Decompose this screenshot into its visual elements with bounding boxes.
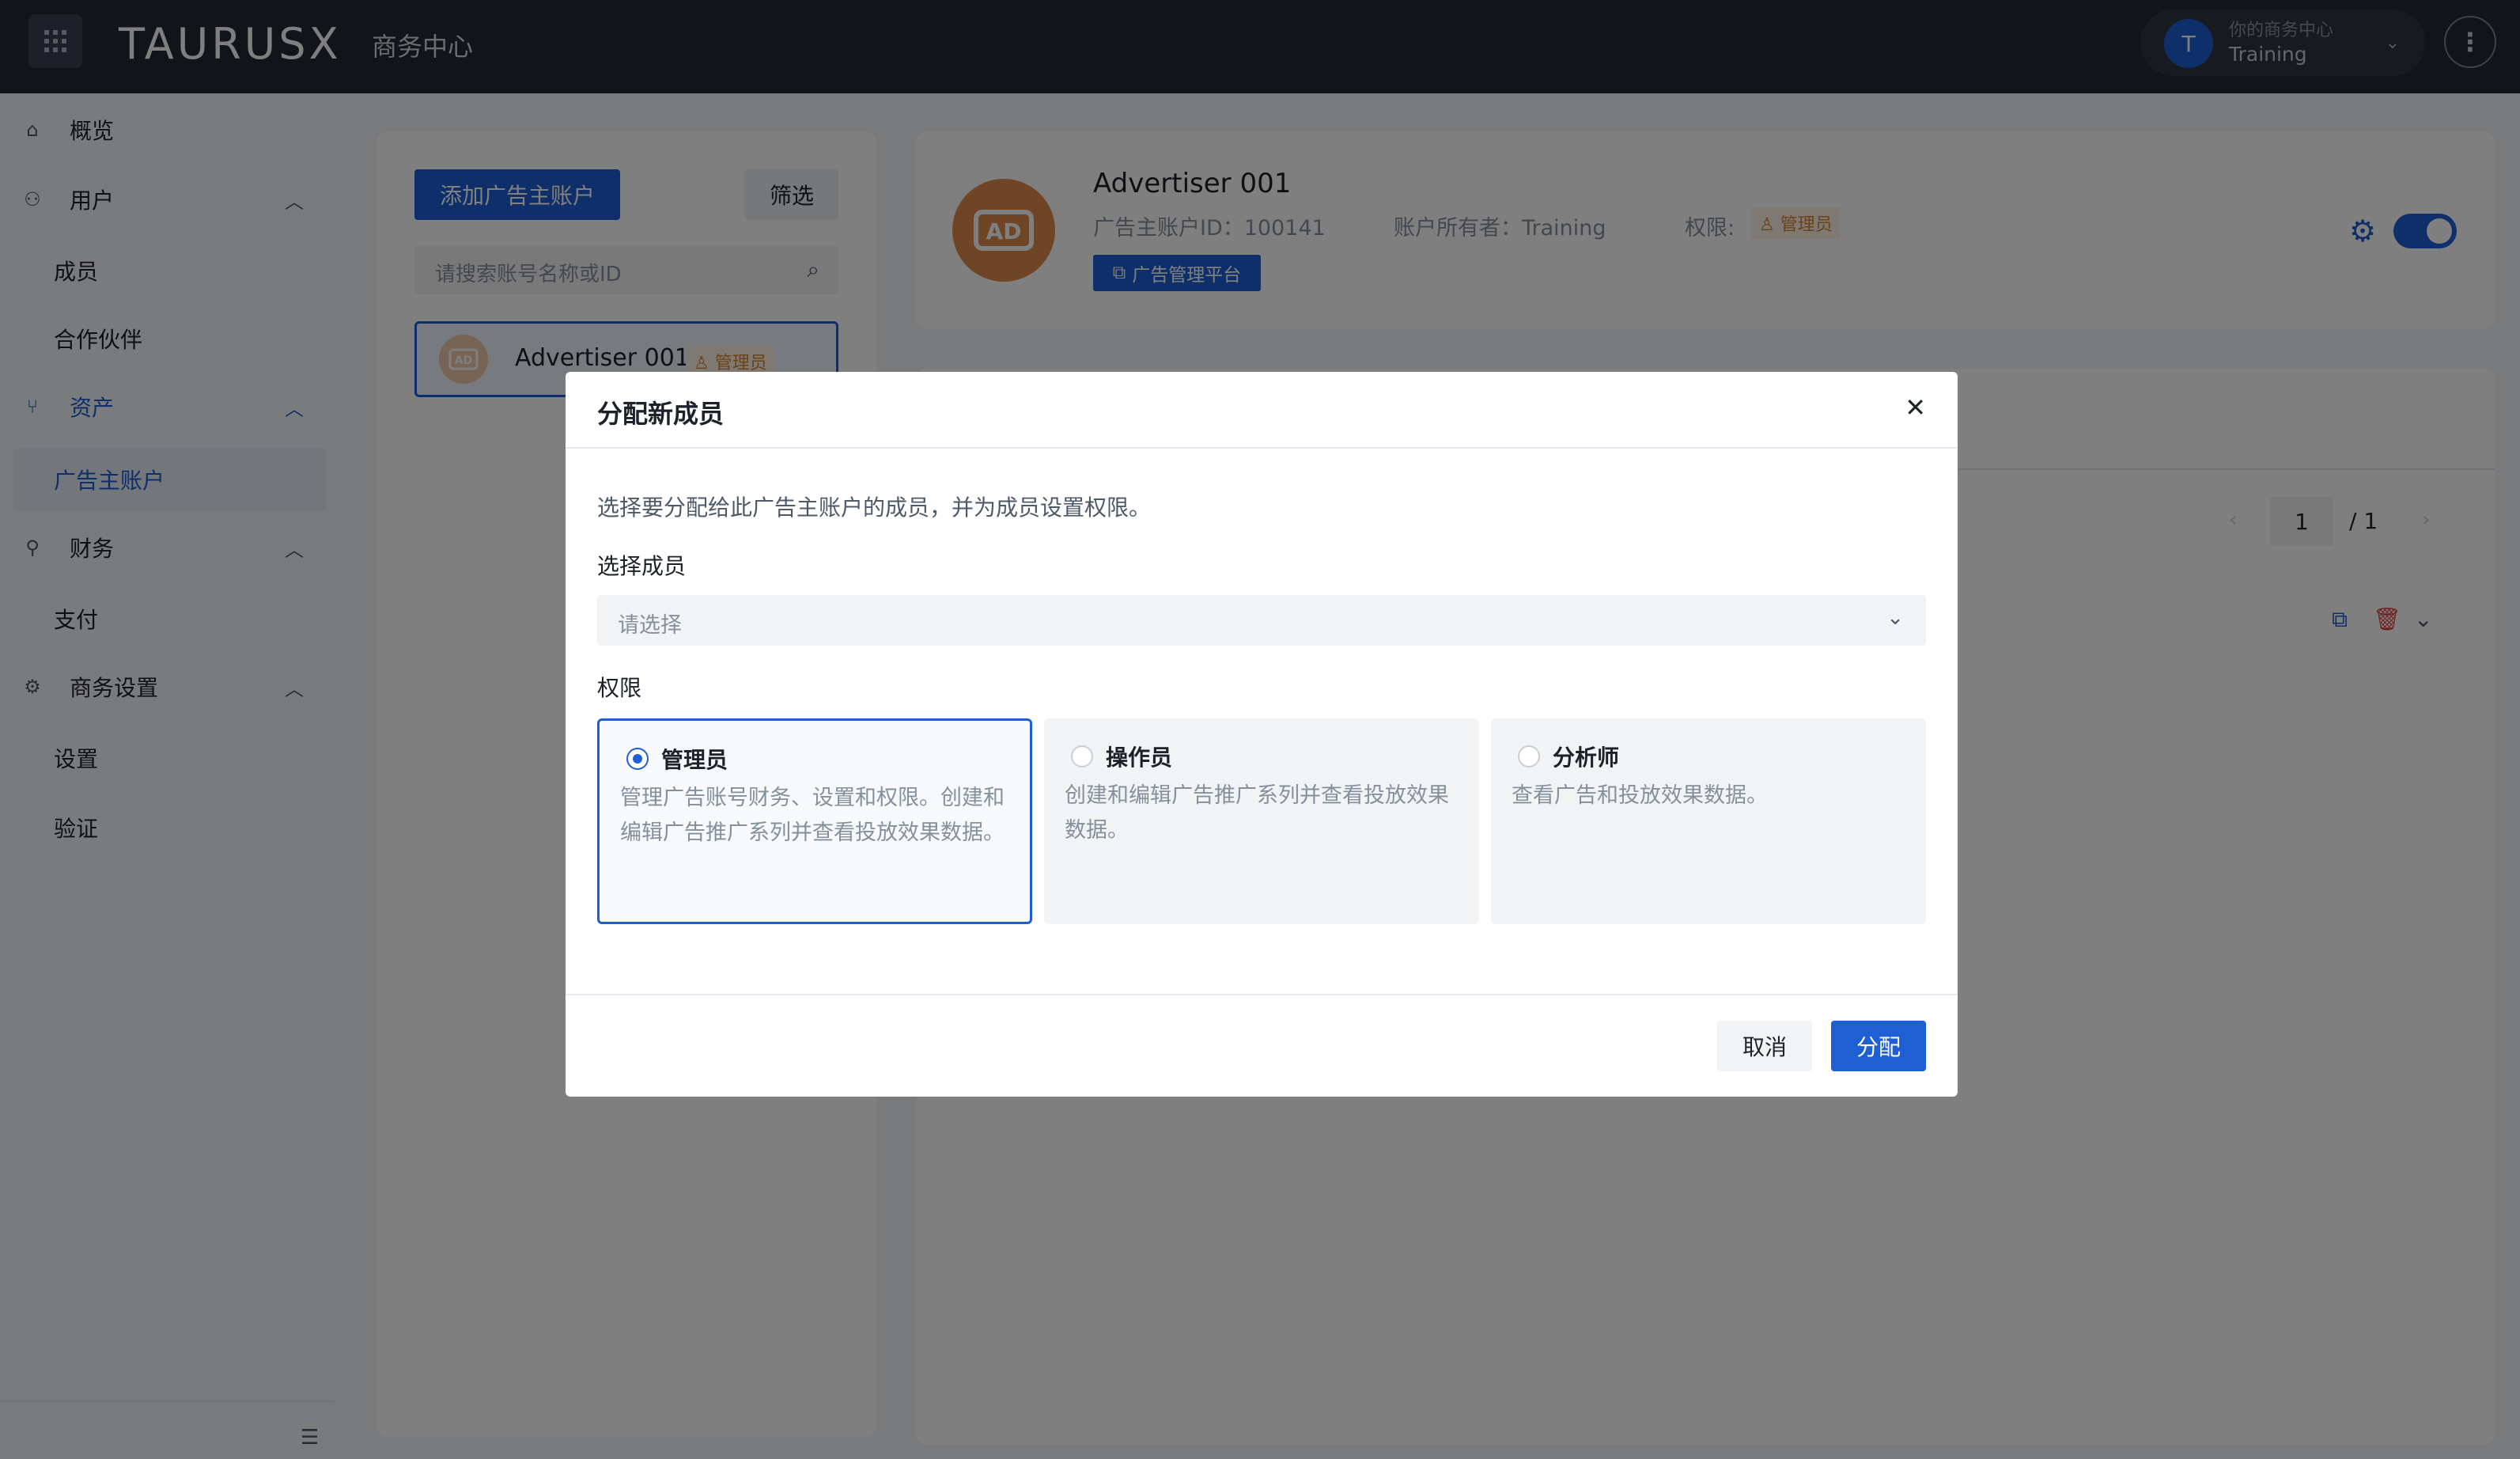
role-option-analyst[interactable]: 分析师 查看广告和投放效果数据。 bbox=[1491, 718, 1926, 924]
role-option-operator[interactable]: 操作员 创建和编辑广告推广系列并查看投放效果数据。 bbox=[1044, 718, 1479, 924]
member-select[interactable]: 请选择 ⌄ bbox=[597, 595, 1926, 646]
assign-button[interactable]: 分配 bbox=[1831, 1021, 1926, 1071]
member-field-label: 选择成员 bbox=[597, 553, 687, 579]
role-description: 创建和编辑广告推广系列并查看投放效果数据。 bbox=[1065, 783, 1449, 843]
assign-member-dialog: 分配新成员 ✕ 选择要分配给此广告主账户的成员，并为成员设置权限。 选择成员 请… bbox=[566, 372, 1958, 1097]
radio-button[interactable] bbox=[626, 748, 649, 770]
divider bbox=[566, 994, 1958, 995]
member-select-placeholder: 请选择 bbox=[618, 613, 682, 638]
permission-field-label: 权限 bbox=[597, 675, 642, 701]
role-description: 管理广告账号财务、设置和权限。创建和编辑广告推广系列并查看投放效果数据。 bbox=[620, 786, 1005, 845]
role-description: 查看广告和投放效果数据。 bbox=[1512, 783, 1768, 808]
radio-button[interactable] bbox=[1518, 745, 1540, 767]
radio-button[interactable] bbox=[1071, 745, 1093, 767]
divider bbox=[566, 447, 1958, 449]
dialog-title: 分配新成员 bbox=[597, 399, 725, 429]
close-icon[interactable]: ✕ bbox=[1905, 392, 1926, 423]
role-name: 操作员 bbox=[1106, 745, 1173, 771]
role-name: 分析师 bbox=[1553, 745, 1620, 771]
role-name: 管理员 bbox=[661, 747, 728, 773]
dialog-description: 选择要分配给此广告主账户的成员，并为成员设置权限。 bbox=[597, 495, 1152, 521]
cancel-button[interactable]: 取消 bbox=[1717, 1021, 1812, 1071]
role-option-admin[interactable]: 管理员 管理广告账号财务、设置和权限。创建和编辑广告推广系列并查看投放效果数据。 bbox=[597, 718, 1032, 924]
chevron-down-icon: ⌄ bbox=[1886, 606, 1904, 630]
